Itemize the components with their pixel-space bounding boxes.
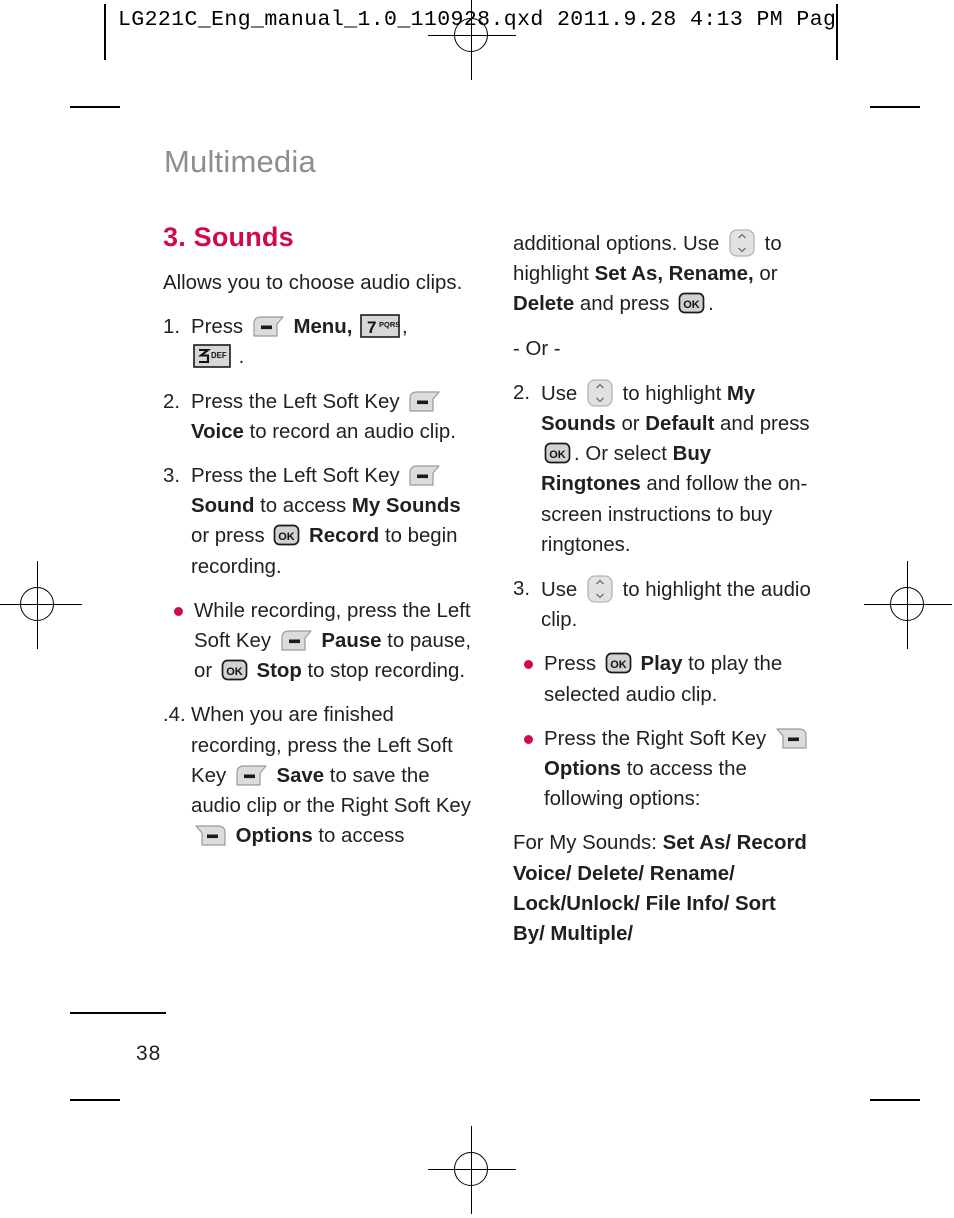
step-1-comma: , <box>402 316 408 339</box>
r2-text-c: or <box>621 413 640 436</box>
ok-key-icon: OK <box>221 658 248 682</box>
ok-key-icon: OK <box>605 651 632 675</box>
svg-text:OK: OK <box>610 659 627 671</box>
step-1-text-a: Press <box>191 316 244 339</box>
bullet-1-bold-b: Stop <box>256 660 302 683</box>
bullet-press-right-soft-key: Press the Right Soft Key Options to acce… <box>513 724 813 815</box>
page-number: 38 <box>136 1042 162 1065</box>
ok-key-icon: OK <box>544 441 571 465</box>
rb2-bold-a: Options <box>544 758 622 781</box>
rb2-text-a: Press the Right Soft Key <box>544 727 767 750</box>
left-column: Allows you to choose audio clips. 1. Pre… <box>163 268 473 865</box>
or-separator: - Or - <box>513 337 561 360</box>
step-3-text-a: Press the Left Soft Key <box>191 465 400 488</box>
bullet-1-bold-a: Pause <box>321 630 382 653</box>
options-list-paragraph: For My Sounds: Set As/ Record Voice/ Del… <box>513 828 813 949</box>
step-3-bold-a: Sound <box>191 495 255 518</box>
step-3-bold-c: Record <box>309 525 380 548</box>
cont-text-d: and press <box>579 293 670 316</box>
number-key-3-def-icon: DEF <box>193 344 231 369</box>
svg-text:OK: OK <box>683 299 700 311</box>
ok-key-icon: OK <box>273 523 300 547</box>
step-4-text-b: to save the audio clip or the Right Soft… <box>191 764 471 818</box>
up-down-navigation-key-icon <box>586 378 614 408</box>
step-4-text-c: to access <box>318 825 405 848</box>
up-down-navigation-key-icon <box>586 574 614 604</box>
right-soft-key-icon <box>194 824 227 847</box>
svg-text:PQRS: PQRS <box>379 320 400 329</box>
r2-text-a: Use <box>541 382 578 405</box>
step-1-bold-menu: Menu, <box>293 316 353 339</box>
manual-page: Multimedia 3. Sounds Allows you to choos… <box>0 0 954 1206</box>
footer-rule <box>70 1012 166 1014</box>
cont-text-a: additional options. Use <box>513 233 720 255</box>
left-soft-key-icon <box>280 629 313 652</box>
step-3-bold-b: My Sounds <box>351 495 461 518</box>
intro-paragraph: Allows you to choose audio clips. <box>163 272 463 294</box>
step-3-text-b: to access <box>260 495 347 518</box>
right-column: additional options. Use to highlight Set… <box>513 228 813 949</box>
r3-text-b: to highlight the audio clip. <box>541 579 811 632</box>
step-2: 2. Press the Left Soft Key Voice to reco… <box>163 387 473 447</box>
bullet-dot-icon <box>524 660 533 670</box>
left-soft-key-icon <box>408 390 441 413</box>
right-soft-key-icon <box>775 727 808 750</box>
r2-text-d: and press <box>720 413 810 436</box>
step-4-bold-b: Options <box>235 825 313 848</box>
step-3-text-c: or press <box>191 525 265 548</box>
step-4: .4. When you are finished recording, pre… <box>163 700 473 851</box>
right-step-2-number: 2. <box>513 381 531 404</box>
svg-text:7: 7 <box>367 318 376 337</box>
ok-key-icon: OK <box>678 291 705 315</box>
up-down-navigation-key-icon <box>728 228 756 258</box>
svg-text:OK: OK <box>549 449 566 461</box>
step-2-text-b: to record an audio clip. <box>249 420 456 443</box>
r3-text-a: Use <box>541 579 578 602</box>
cont-bold-a: Set As, Rename, <box>594 263 754 286</box>
chapter-title: Multimedia <box>164 144 316 179</box>
step-4-number: .4. <box>163 704 186 727</box>
svg-text:DEF: DEF <box>211 351 227 360</box>
left-soft-key-icon <box>252 315 285 338</box>
step-2-text-a: Press the Left Soft Key <box>191 390 400 413</box>
step-1: 1. Press Menu, 7 PQRS , DEF . <box>163 312 473 372</box>
bullet-1-text-c: to stop recording. <box>307 660 466 683</box>
options-label: For My Sounds: <box>513 832 657 855</box>
bullet-press-play: Press OK Play to play the selected audio… <box>513 649 813 709</box>
cont-bold-b: Delete <box>513 293 575 316</box>
step-4-bold-a: Save <box>276 764 325 787</box>
step-2-bold-a: Voice <box>191 420 244 443</box>
rb1-bold-a: Play <box>640 653 683 676</box>
right-step-3-number: 3. <box>513 578 531 601</box>
cont-text-e: . <box>708 293 714 316</box>
r2-text-b: to highlight <box>622 382 722 405</box>
step-3: 3. Press the Left Soft Key Sound to acce… <box>163 461 473 582</box>
step-3-number: 3. <box>163 465 181 488</box>
bullet-dot-icon <box>174 606 183 616</box>
number-key-7-pqrs-icon: 7 PQRS <box>360 314 400 339</box>
svg-text:OK: OK <box>279 531 296 543</box>
bullet-dot-icon <box>524 734 533 744</box>
bullet-while-recording: While recording, press the Left Soft Key… <box>163 596 473 687</box>
right-step-2: 2. Use to highlight My Sounds or Default… <box>513 378 813 560</box>
continuation-paragraph: additional options. Use to highlight Set… <box>513 228 813 320</box>
rb1-text-a: Press <box>544 653 597 676</box>
r2-bold-b: Default <box>645 413 715 436</box>
svg-text:OK: OK <box>226 666 243 678</box>
cont-text-c: or <box>759 263 778 286</box>
section-title: 3. Sounds <box>163 222 294 252</box>
step-2-number: 2. <box>163 390 181 413</box>
right-step-3: 3. Use to highlight the audio clip. <box>513 574 813 635</box>
step-1-text-b: . <box>238 346 245 369</box>
left-soft-key-icon <box>235 764 268 787</box>
left-soft-key-icon <box>408 464 441 487</box>
step-1-number: 1. <box>163 316 181 339</box>
r2-text-e: . Or select <box>574 443 667 466</box>
